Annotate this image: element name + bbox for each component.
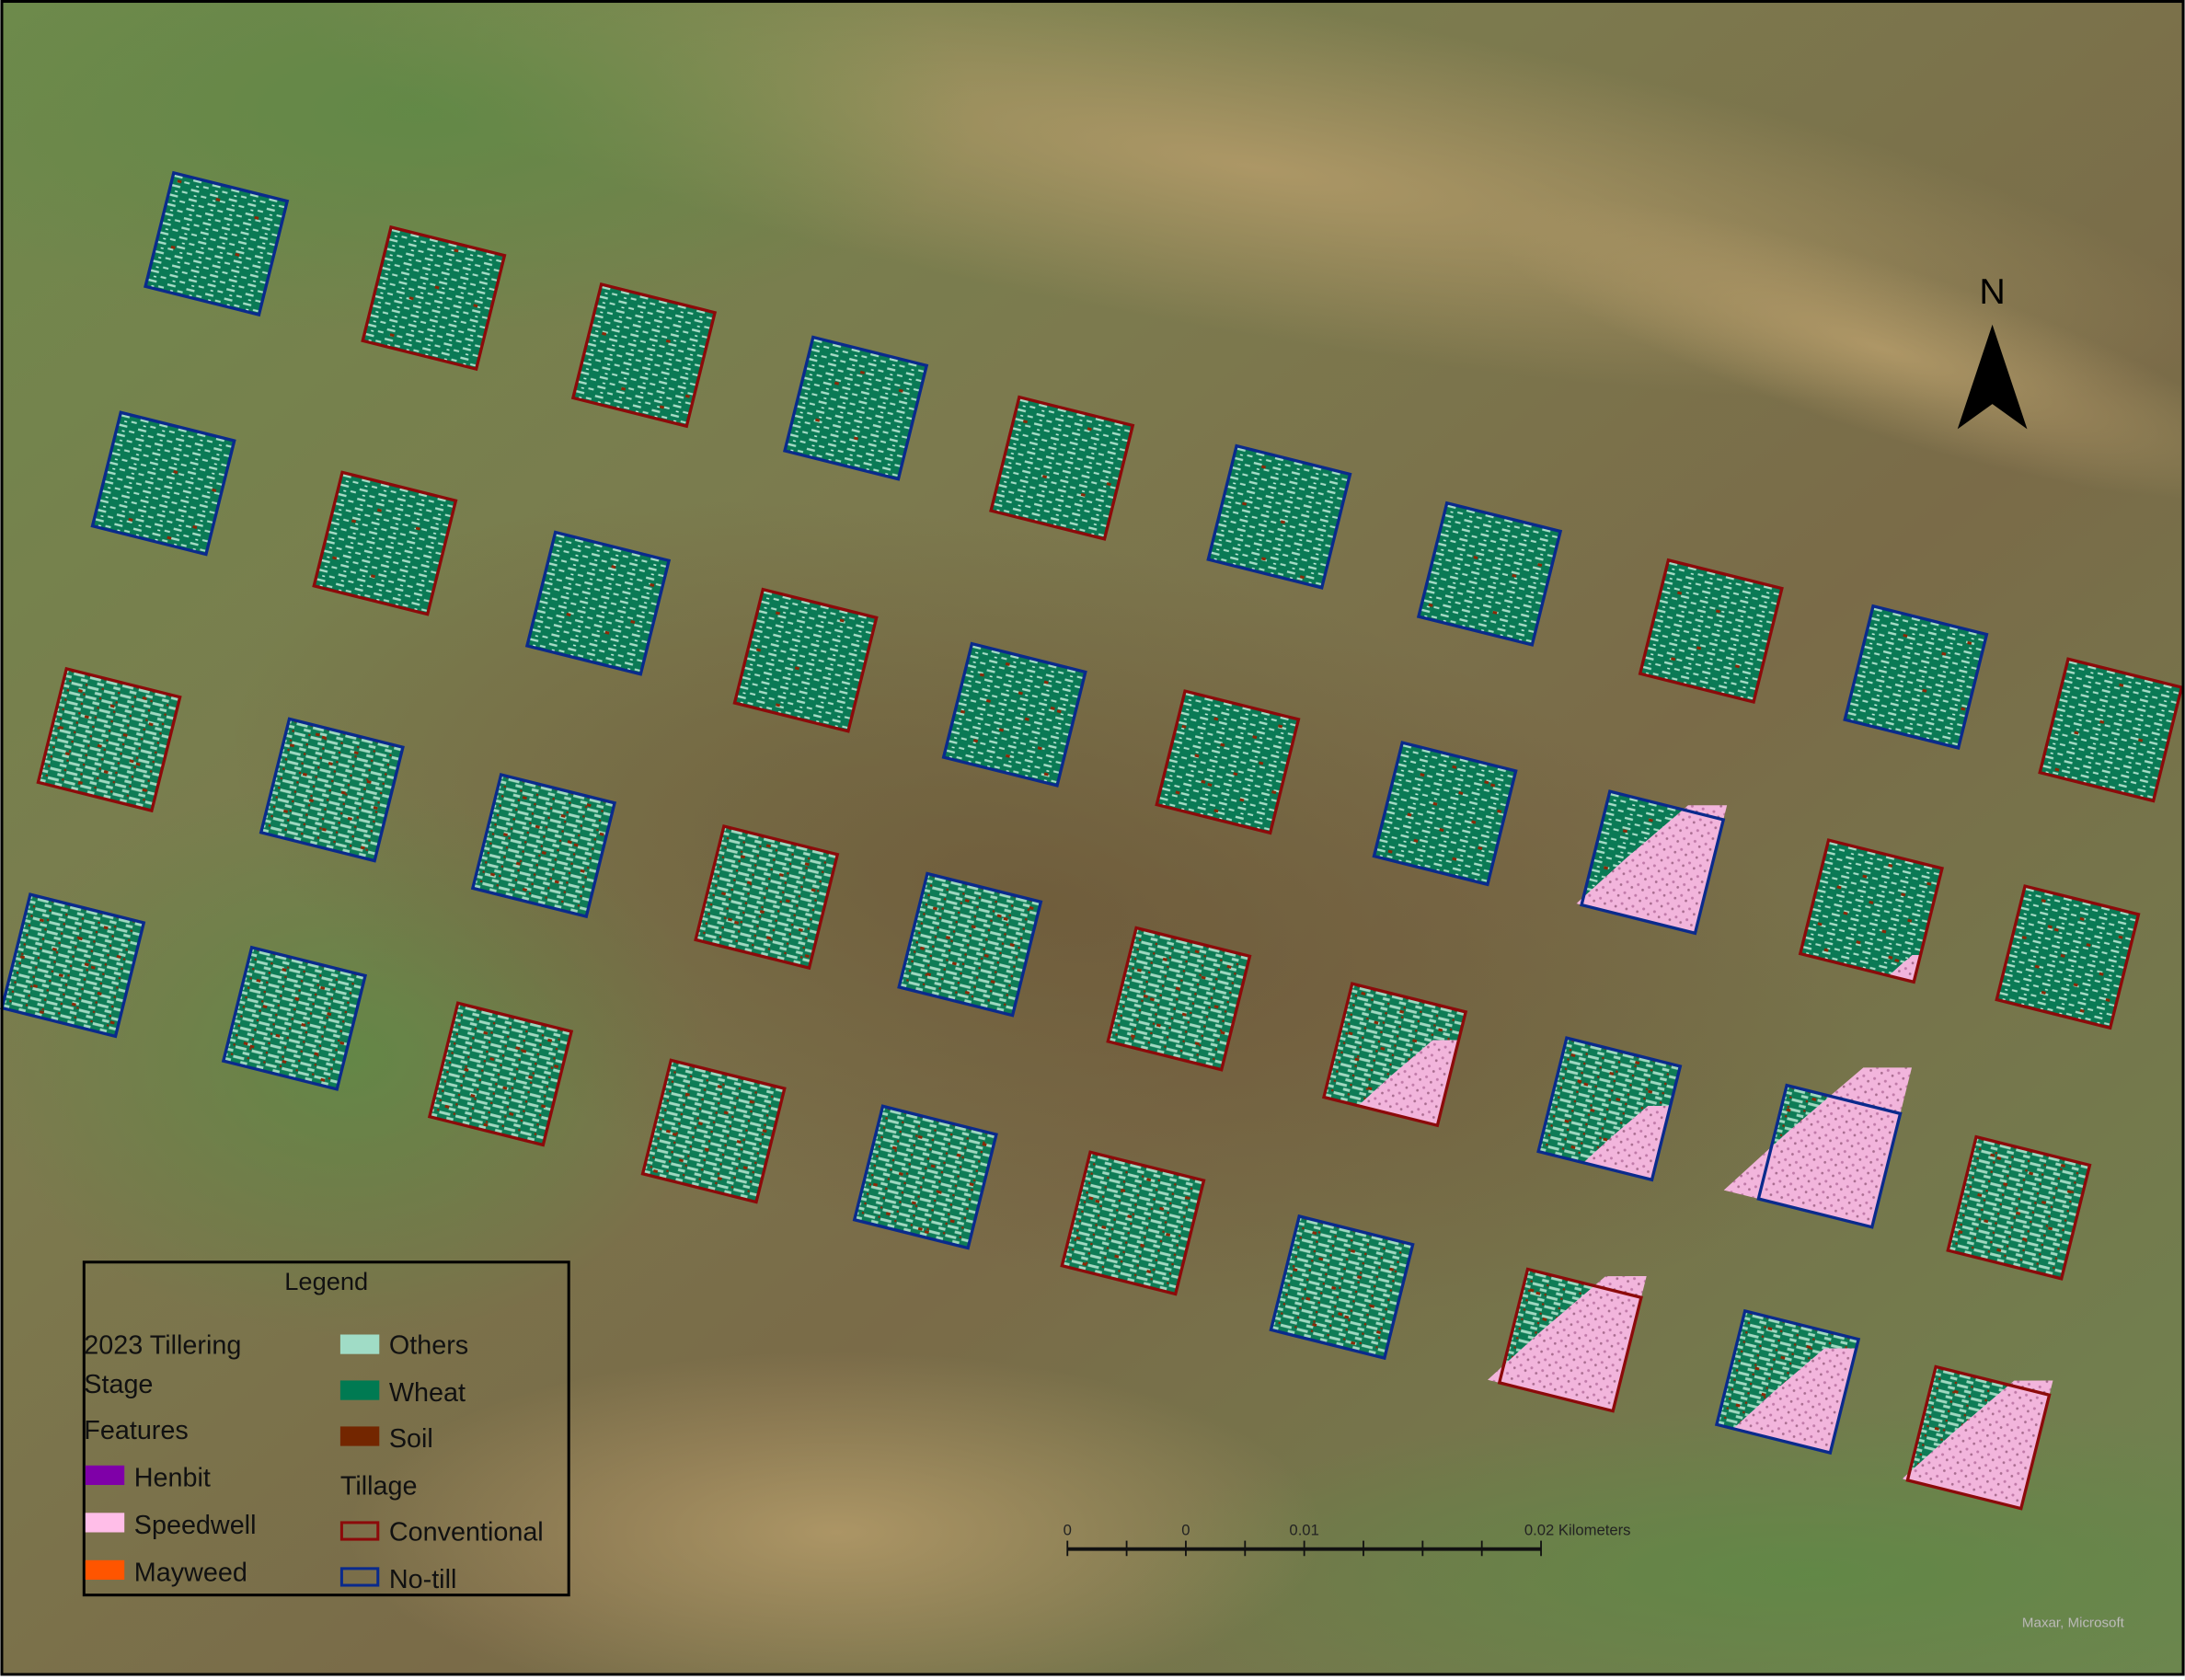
legend-features-heading: Features — [84, 1416, 188, 1445]
speedwell-swatch — [85, 1513, 125, 1533]
legend-speedwell: Speedwell — [134, 1511, 257, 1540]
scale-label-1: 0 — [1181, 1522, 1190, 1539]
legend-layer-title-2: Stage — [84, 1370, 153, 1399]
mayweed-swatch — [85, 1559, 125, 1580]
others-swatch — [339, 1334, 380, 1354]
legend-tillage-heading: Tillage — [340, 1472, 418, 1502]
legend-conventional: Conventional — [389, 1518, 544, 1548]
legend-soil: Soil — [389, 1424, 433, 1454]
legend-mayweed: Mayweed — [134, 1558, 247, 1587]
scale-label-2: 0.01 — [1289, 1522, 1318, 1539]
wheat-swatch — [339, 1380, 380, 1400]
attribution-text: Maxar, Microsoft — [2022, 1615, 2125, 1630]
legend-title: Legend — [284, 1267, 368, 1295]
north-label: N — [1979, 271, 2005, 312]
page-margin — [0, 1675, 2185, 1680]
map-frame[interactable]: N 0 0 0.01 0.02 Kilometers Maxar, Micros… — [0, 0, 2185, 1680]
henbit-swatch — [85, 1465, 125, 1486]
soil-swatch — [339, 1426, 380, 1446]
legend-henbit: Henbit — [134, 1464, 211, 1493]
scale-label-0: 0 — [1064, 1522, 1072, 1539]
legend-layer-title: 2023 Tillering — [84, 1331, 241, 1361]
legend-others: Others — [389, 1331, 468, 1361]
legend-wheat: Wheat — [389, 1378, 466, 1408]
scale-label-3: 0.02 Kilometers — [1524, 1522, 1631, 1539]
legend-no-till: No-till — [389, 1565, 456, 1594]
